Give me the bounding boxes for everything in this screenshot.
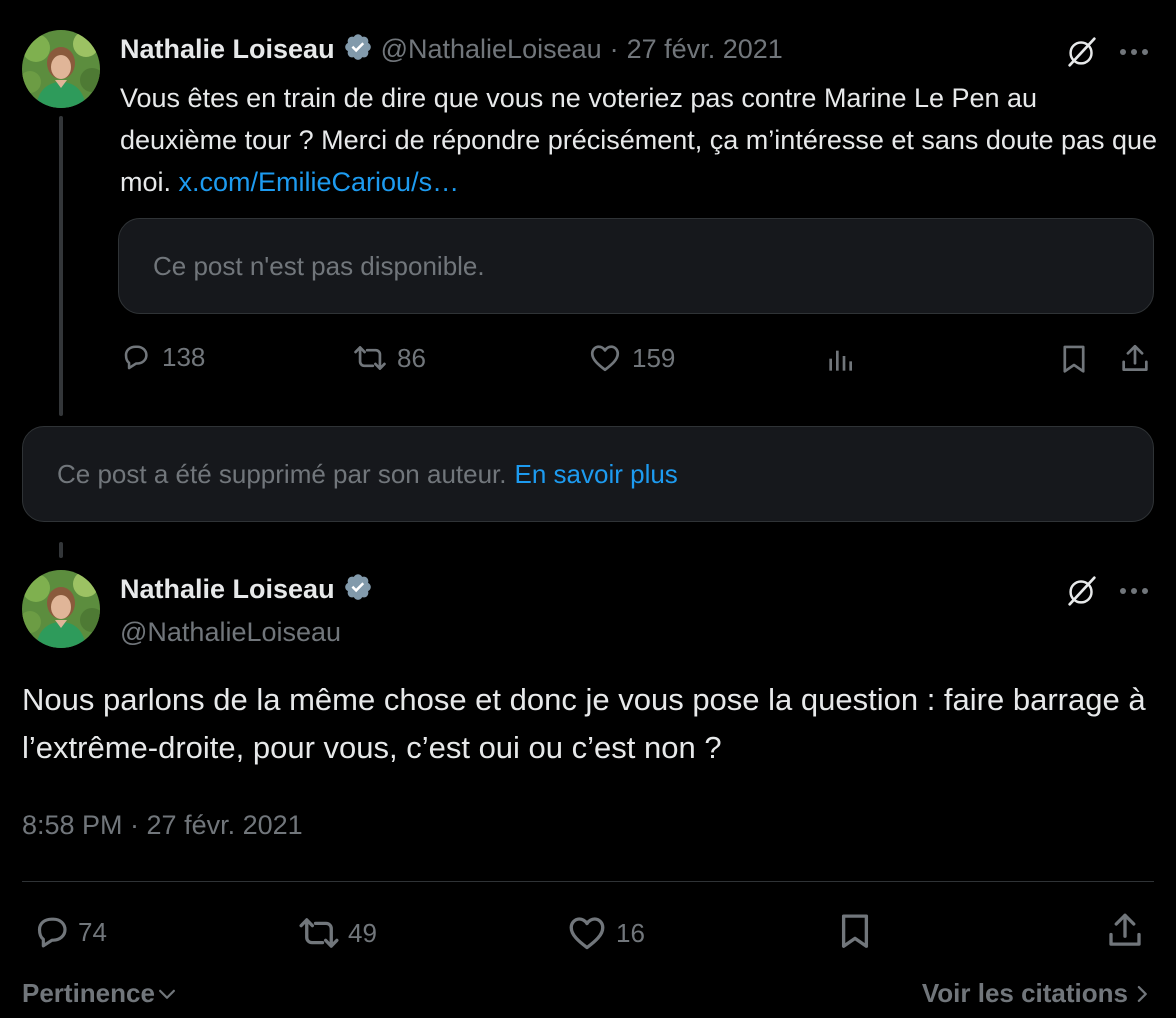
bookmark-icon: [1057, 342, 1091, 376]
header-separator: ·: [609, 34, 619, 64]
verified-badge-icon: [343, 32, 373, 67]
repost-count: 86: [397, 342, 426, 373]
divider: [22, 881, 1154, 882]
bookmark-button[interactable]: [1057, 342, 1091, 376]
unavailable-post-card: Ce post n'est pas disponible.: [118, 218, 1154, 314]
main-tweet-author: Nathalie Loiseau @NathalieLoiseau: [120, 572, 373, 648]
avatar-image: [22, 570, 100, 648]
author-name[interactable]: Nathalie Loiseau: [120, 574, 335, 605]
reply-count: 74: [78, 916, 107, 947]
view-quotes-label: Voir les citations: [921, 978, 1128, 1008]
author-handle[interactable]: @NathalieLoiseau: [120, 617, 373, 648]
chevron-down-icon: [157, 984, 177, 1004]
verified-badge-icon: [343, 572, 373, 607]
avatar[interactable]: [22, 570, 100, 648]
reply-button[interactable]: 74: [32, 912, 107, 952]
deleted-post-notice: Ce post a été supprimé par son auteur. E…: [22, 426, 1154, 522]
like-button[interactable]: 159: [588, 341, 675, 375]
like-button[interactable]: 16: [566, 912, 645, 954]
chevron-right-icon: [1132, 984, 1152, 1004]
views-icon: [824, 344, 856, 376]
thread-connector-line: [59, 116, 63, 416]
share-button[interactable]: [1118, 342, 1152, 376]
bookmark-icon: [834, 910, 876, 952]
tweet-header: Nathalie Loiseau @NathalieLoiseau · 27 f…: [120, 32, 783, 67]
repost-icon: [353, 341, 387, 375]
repost-count: 49: [348, 917, 377, 948]
repost-button[interactable]: 49: [298, 912, 377, 954]
post-date[interactable]: 27 févr. 2021: [627, 34, 783, 65]
learn-more-link[interactable]: En savoir plus: [515, 459, 678, 490]
avatar-image: [22, 30, 100, 108]
avatar[interactable]: [22, 30, 100, 108]
tweet-text: Vous êtes en train de dire que vous ne v…: [120, 77, 1160, 203]
more-icon[interactable]: [1118, 579, 1150, 603]
like-icon: [588, 341, 622, 375]
author-name[interactable]: Nathalie Loiseau: [120, 34, 335, 65]
share-icon: [1118, 342, 1152, 376]
more-icon[interactable]: [1118, 40, 1150, 64]
bookmark-button[interactable]: [834, 910, 876, 952]
grok-icon[interactable]: [1062, 571, 1102, 611]
repost-icon: [298, 912, 340, 954]
view-quotes-link[interactable]: Voir les citations: [922, 978, 1152, 1009]
repost-button[interactable]: 86: [353, 341, 426, 375]
like-icon: [566, 912, 608, 954]
like-count: 159: [632, 342, 676, 373]
author-handle[interactable]: @NathalieLoiseau: [381, 34, 602, 65]
reply-button[interactable]: 138: [120, 341, 205, 373]
grok-icon[interactable]: [1062, 32, 1102, 72]
main-tweet-text: Nous parlons de la même chose et donc je…: [22, 682, 1146, 765]
reply-count: 138: [162, 341, 206, 372]
sort-dropdown[interactable]: Pertinence: [22, 978, 177, 1009]
views-button[interactable]: [824, 344, 856, 376]
thread-connector-stub: [59, 542, 63, 558]
reply-icon: [120, 341, 152, 373]
sort-label: Pertinence: [22, 978, 155, 1008]
reply-icon: [32, 912, 72, 952]
tweet-link[interactable]: x.com/EmilieCariou/s…: [179, 167, 460, 197]
share-button[interactable]: [1104, 910, 1146, 952]
unavailable-post-text: Ce post n'est pas disponible.: [153, 250, 485, 281]
deleted-post-text: Ce post a été supprimé par son auteur.: [57, 458, 507, 489]
share-icon: [1104, 910, 1146, 952]
post-timestamp[interactable]: 8:58 PM · 27 févr. 2021: [22, 810, 303, 841]
like-count: 16: [616, 917, 645, 948]
